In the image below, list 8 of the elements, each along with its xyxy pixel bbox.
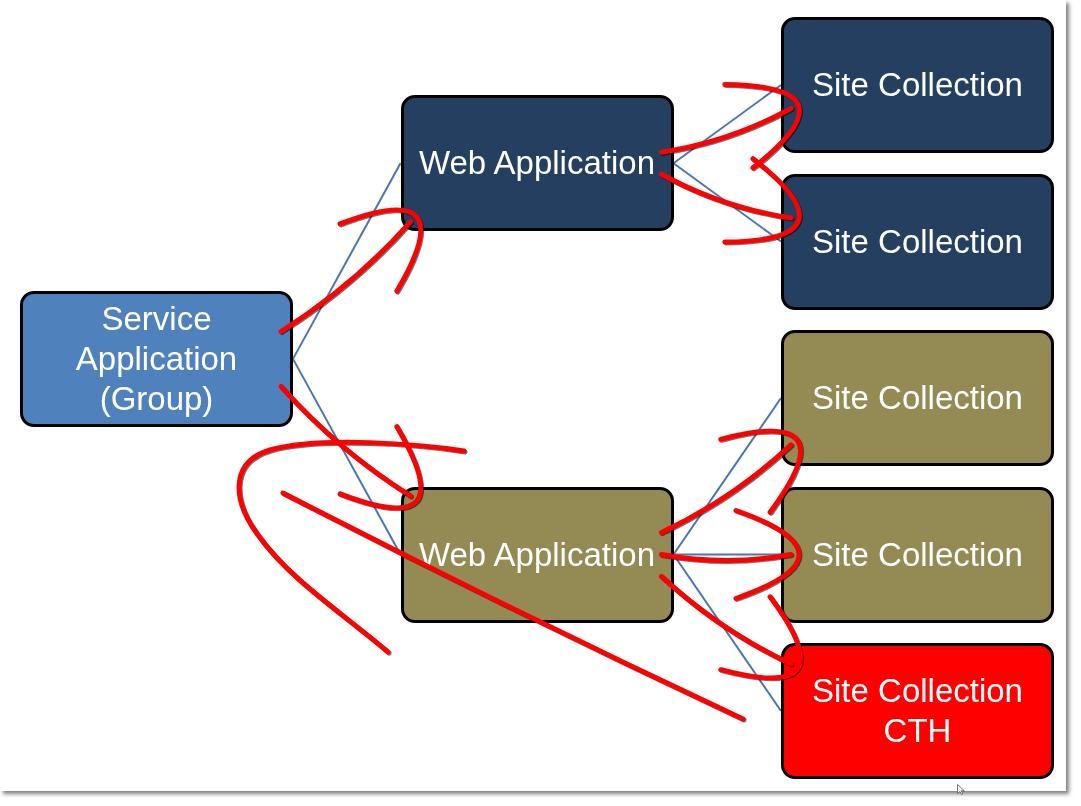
diagram-node: Site Collection (781, 330, 1054, 466)
diagram-node: Web Application (400, 486, 674, 623)
diagram-node: Site Collection CTH (781, 643, 1054, 779)
diagram-node: Site Collection (781, 173, 1054, 310)
diagram-node: Web Application (400, 95, 674, 232)
diagram-node: Service Application (Group) (20, 290, 293, 427)
diagram-node: Site Collection (781, 486, 1054, 623)
diagram-node: Site Collection (781, 17, 1054, 153)
